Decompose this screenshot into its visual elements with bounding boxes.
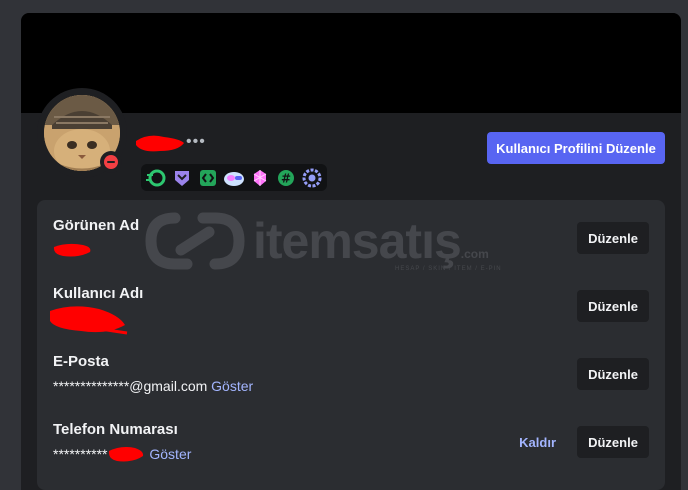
phone-edit-button[interactable]: Düzenle [577, 426, 649, 458]
account-info-panel: Görünen Ad Düzenle Kullanıcı Adı Düzenle… [37, 200, 665, 490]
server-booster-badge-icon[interactable] [249, 167, 271, 189]
email-edit-button[interactable]: Düzenle [577, 358, 649, 390]
display-name-redacted [53, 241, 93, 264]
display-name-label: Görünen Ad [53, 217, 140, 234]
svg-text:#: # [281, 171, 291, 185]
nitro-subscriber-badge-icon[interactable] [223, 167, 245, 189]
email-reveal-link[interactable]: Göster [211, 378, 253, 394]
phone-row: Telefon Numarası ********** Göster Kaldı… [53, 421, 649, 471]
early-supporter-badge-icon[interactable] [301, 167, 323, 189]
phone-value: ********** Göster [53, 446, 191, 463]
display-name-row: Görünen Ad Düzenle [53, 217, 649, 267]
username-row: Kullanıcı Adı Düzenle [50, 285, 649, 335]
dnd-status-icon [100, 151, 122, 173]
profile-banner [21, 13, 681, 113]
display-name-edit-button[interactable]: Düzenle [577, 222, 649, 254]
username-edit-button[interactable]: Düzenle [577, 290, 649, 322]
email-value: **************@gmail.com Göster [53, 378, 253, 394]
account-card: ••• # Kullanıcı Profilini Düzenle Görüne… [21, 13, 681, 490]
email-label: E-Posta [53, 353, 109, 370]
completed-quest-badge-icon[interactable]: # [275, 167, 297, 189]
username-redacted [134, 131, 186, 155]
avatar[interactable] [37, 88, 127, 178]
username-value-redacted [47, 303, 129, 342]
more-options-icon[interactable]: ••• [186, 134, 206, 150]
phone-value-redacted [107, 447, 145, 463]
email-row: E-Posta **************@gmail.com Göster … [53, 353, 649, 403]
phone-reveal-link[interactable]: Göster [149, 446, 191, 462]
nitro-badge-icon[interactable] [145, 167, 167, 189]
phone-label: Telefon Numarası [53, 421, 178, 438]
email-masked-text: **************@gmail.com [53, 378, 208, 394]
hypesquad-badge-icon[interactable] [171, 167, 193, 189]
active-developer-badge-icon[interactable] [197, 167, 219, 189]
badge-list: # [141, 164, 327, 191]
phone-masked-text: ********** [53, 446, 108, 462]
edit-profile-button[interactable]: Kullanıcı Profilini Düzenle [487, 132, 665, 164]
username-label: Kullanıcı Adı [53, 285, 144, 302]
phone-remove-link[interactable]: Kaldır [519, 435, 556, 450]
